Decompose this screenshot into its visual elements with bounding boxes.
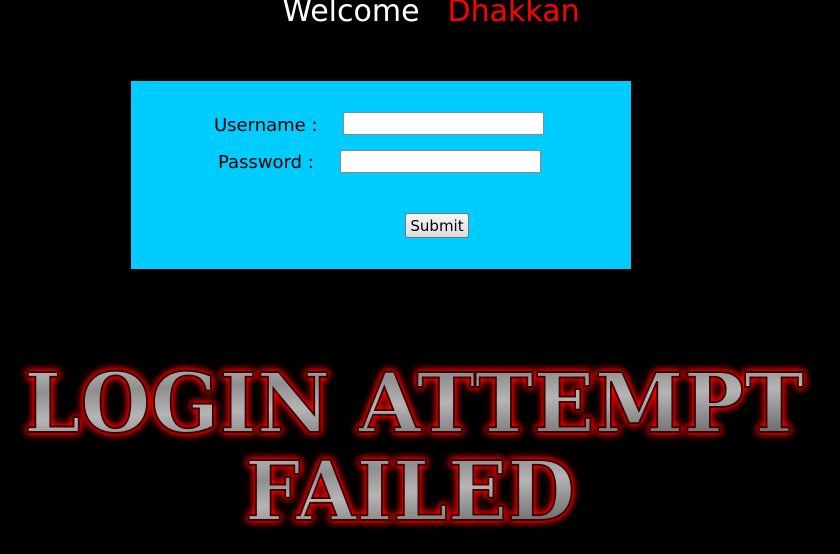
welcome-text: Welcome xyxy=(282,0,420,29)
login-failed-banner: LOGIN ATTEMPT FAILED xyxy=(23,355,805,541)
username-input[interactable] xyxy=(343,112,544,135)
banner-line-1: LOGIN ATTEMPT xyxy=(24,356,804,452)
password-input[interactable] xyxy=(340,150,541,173)
password-label: Password : xyxy=(218,152,314,173)
submit-button[interactable]: Submit xyxy=(405,213,469,238)
login-form: Username : Password : Submit xyxy=(131,81,631,269)
welcome-heading: Welcome Dhakkan xyxy=(0,0,840,29)
welcome-user-name: Dhakkan xyxy=(447,0,580,29)
banner-line-2: FAILED xyxy=(245,444,575,540)
username-label: Username : xyxy=(214,115,318,136)
